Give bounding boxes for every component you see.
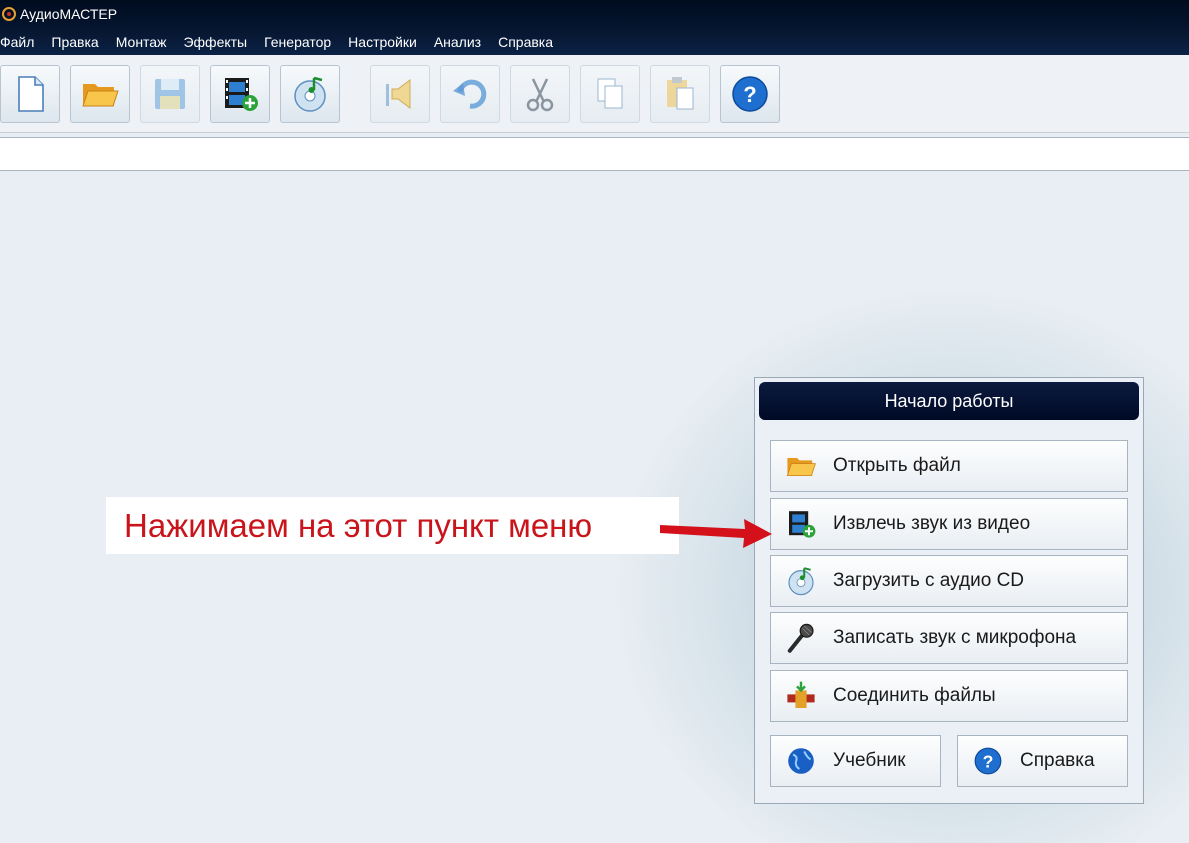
new-file-icon [18,76,44,112]
save-icon [155,79,185,109]
menu-montage[interactable]: Монтаж [108,34,176,50]
help-panel-button[interactable]: ? Справка [957,735,1128,787]
menu-effects[interactable]: Эффекты [175,34,256,50]
copy-button[interactable] [580,65,640,123]
window-title: АудиоМАСТЕР [20,6,118,22]
open-folder-icon [786,458,816,476]
tutorial-button[interactable]: Учебник [770,735,941,787]
annotation-callout: Нажимаем на этот пункт меню [106,497,679,554]
undo-icon [453,79,487,109]
join-files-label: Соединить файлы [833,685,996,706]
tutorial-label: Учебник [833,750,906,771]
help-icon: ? [974,747,1002,775]
help-icon: ? [732,76,768,112]
menu-analysis[interactable]: Анализ [426,34,490,50]
load-audio-cd-button[interactable]: Загрузить с аудио CD [770,555,1128,607]
open-file-panel-button[interactable]: Открыть файл [770,440,1128,492]
join-files-button[interactable]: Соединить файлы [770,670,1128,722]
video-add-icon [225,78,258,111]
load-audio-cd-label: Загрузить с аудио CD [833,570,1025,591]
extract-audio-label: Извлечь звук из видео [833,513,1031,534]
cut-button[interactable] [510,65,570,123]
track-bar [0,137,1189,171]
start-panel: Начало работы Открыть файл Извлечь звук … [754,377,1144,804]
svg-text:?: ? [743,82,756,107]
undo-button[interactable] [440,65,500,123]
paste-icon [667,77,694,110]
start-panel-title: Начало работы [759,382,1139,420]
globe-icon [788,748,814,774]
title-bar: АудиоМАСТЕР [0,0,1189,28]
extract-audio-from-video-button[interactable]: Извлечь звук из видео [770,498,1128,550]
join-files-icon [787,681,815,708]
open-file-label: Открыть файл [833,455,961,476]
cut-icon [526,78,554,112]
audio-cd-icon [788,567,814,596]
speaker-icon [386,79,411,109]
paste-button[interactable] [650,65,710,123]
new-file-button[interactable] [0,65,60,123]
audio-cd-icon [294,76,326,112]
toolbar: ? [0,55,1189,133]
copy-icon [597,78,623,109]
open-file-button[interactable] [70,65,130,123]
extract-video-audio-button[interactable] [210,65,270,123]
menu-generator[interactable]: Генератор [256,34,340,50]
menu-edit[interactable]: Правка [43,34,107,50]
open-folder-icon [82,84,119,107]
app-logo-icon [2,7,16,21]
save-button[interactable] [140,65,200,123]
help-label: Справка [1020,750,1095,771]
help-button[interactable]: ? [720,65,780,123]
annotation-arrow-icon [660,519,772,548]
audio-cd-button[interactable] [280,65,340,123]
microphone-icon [787,623,814,653]
record-microphone-label: Записать звук с микрофона [833,627,1077,648]
svg-text:?: ? [983,751,994,771]
video-add-icon [789,511,816,538]
record-microphone-button[interactable]: Записать звук с микрофона [770,612,1128,664]
menu-file[interactable]: Файл [0,34,43,50]
menu-help[interactable]: Справка [490,34,562,50]
menu-settings[interactable]: Настройки [340,34,426,50]
speaker-button[interactable] [370,65,430,123]
menu-bar: Файл Правка Монтаж Эффекты Генератор Нас… [0,28,1189,55]
